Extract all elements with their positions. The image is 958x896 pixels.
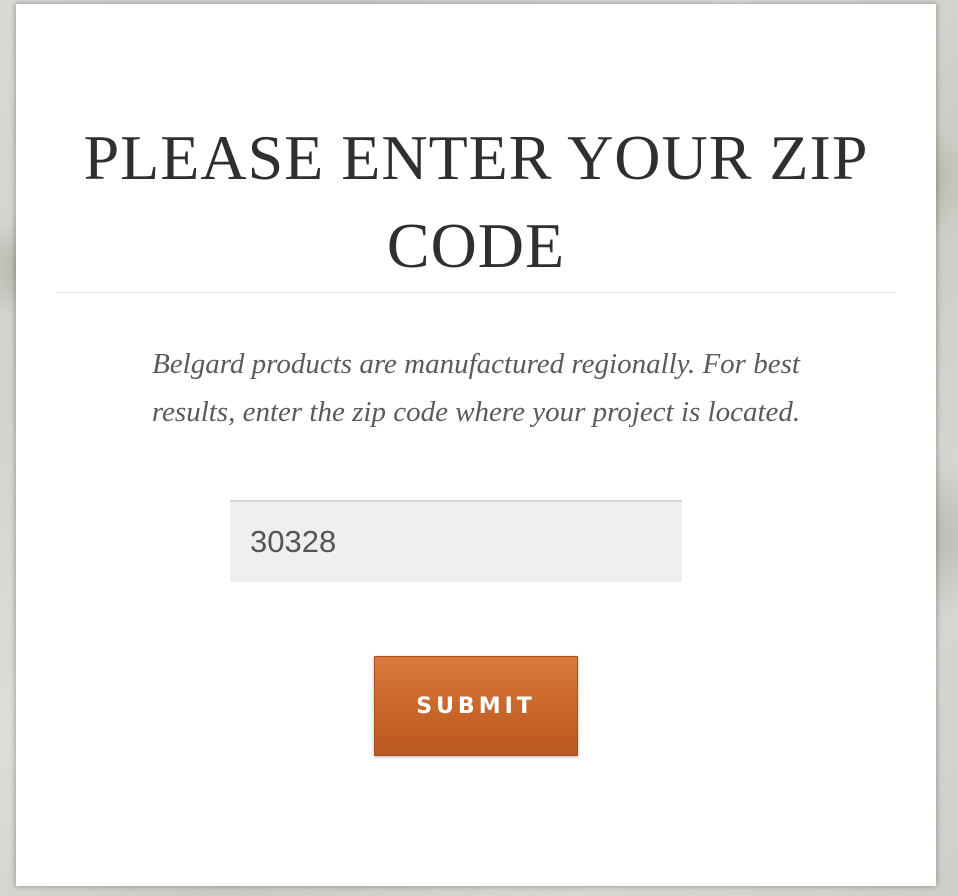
modal-title: PLEASE ENTER YOUR ZIP CODE <box>83 122 869 281</box>
title-divider <box>56 292 896 293</box>
submit-button[interactable]: SUBMIT <box>374 656 578 756</box>
modal-description: Belgard products are manufactured region… <box>151 348 801 428</box>
zip-code-modal: PLEASE ENTER YOUR ZIP CODE Belgard produ… <box>16 4 936 886</box>
zip-code-input[interactable] <box>230 500 682 582</box>
